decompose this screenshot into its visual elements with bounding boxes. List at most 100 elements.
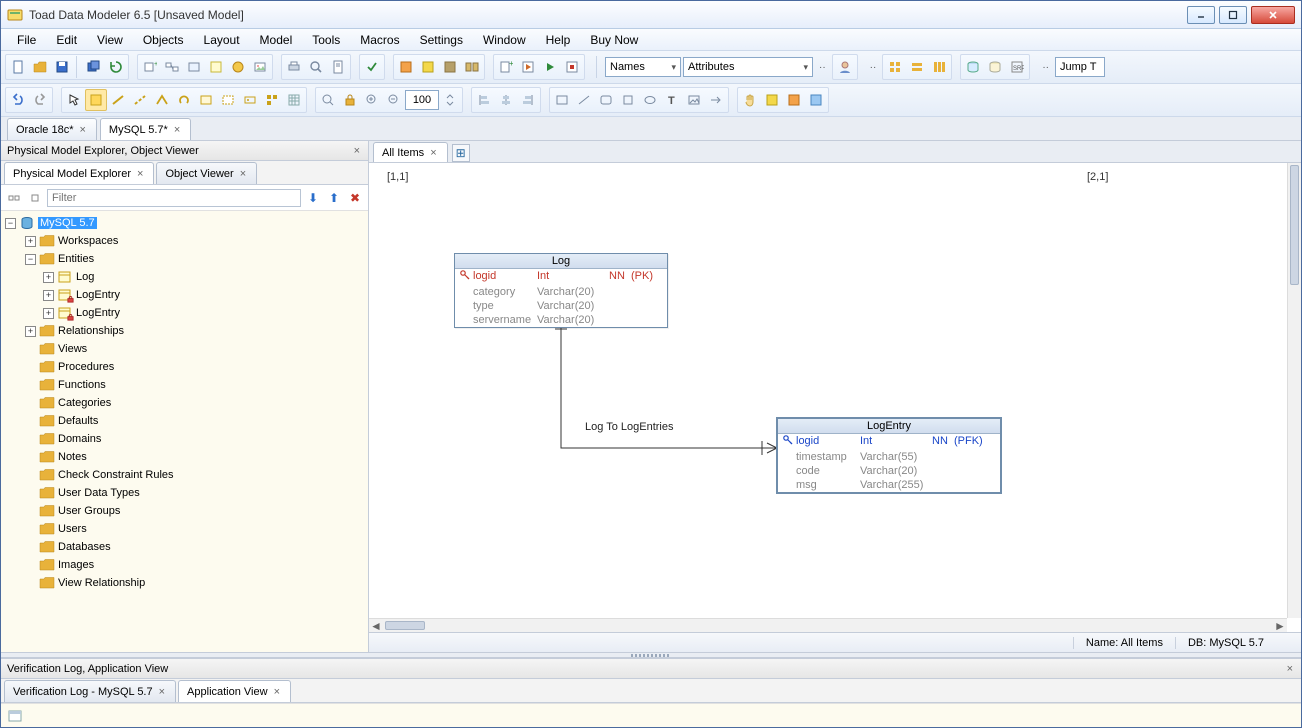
zoom-fit-icon[interactable] [317, 89, 339, 111]
tree-node[interactable]: User Groups [1, 502, 368, 520]
menu-objects[interactable]: Objects [133, 31, 194, 49]
shape-square-icon[interactable] [617, 89, 639, 111]
entity-log[interactable]: Log logid Int NN (PK) category Varchar(2… [454, 253, 668, 328]
twister-icon[interactable] [25, 578, 36, 589]
twister-icon[interactable] [25, 542, 36, 553]
gen-compare-icon[interactable] [461, 56, 483, 78]
shape-text-icon[interactable]: T [661, 89, 683, 111]
tree-node[interactable]: − Entities [1, 250, 368, 268]
entity-column[interactable]: type Varchar(20) [455, 299, 667, 313]
tree-expand-icon[interactable] [5, 189, 23, 207]
arrow-down-icon[interactable]: ⬇ [304, 189, 322, 207]
new-icon[interactable] [7, 56, 29, 78]
display-attrs-dropdown[interactable]: Attributes [683, 57, 813, 77]
report-icon[interactable] [327, 56, 349, 78]
layout-3-icon[interactable] [928, 56, 950, 78]
zoom-in-icon[interactable] [361, 89, 383, 111]
twister-icon[interactable] [25, 524, 36, 535]
db-connect-icon[interactable] [962, 56, 984, 78]
twister-icon[interactable] [25, 488, 36, 499]
shape-ellipse-icon[interactable] [639, 89, 661, 111]
tree-node[interactable]: View Relationship [1, 574, 368, 592]
twister-icon[interactable] [25, 470, 36, 481]
tree-node[interactable]: + LogEntry [1, 304, 368, 322]
rel-identifying-icon[interactable] [107, 89, 129, 111]
scroll-left-icon[interactable]: ◄ [369, 619, 383, 633]
menu-edit[interactable]: Edit [46, 31, 87, 49]
tree-node[interactable]: Views [1, 340, 368, 358]
close-icon[interactable]: × [77, 124, 87, 136]
layout-1-icon[interactable] [884, 56, 906, 78]
align-right-icon[interactable] [517, 89, 539, 111]
tree-root[interactable]: − MySQL 5.7 [1, 214, 368, 232]
view-tool-icon[interactable] [195, 89, 217, 111]
relationship-label[interactable]: Log To LogEntries [585, 421, 673, 433]
tab-application-view[interactable]: Application View× [178, 680, 291, 702]
menu-buynow[interactable]: Buy Now [580, 31, 648, 49]
entity-column[interactable]: timestamp Varchar(55) [778, 450, 1000, 464]
category-tool-icon[interactable] [261, 89, 283, 111]
rel-self-icon[interactable] [173, 89, 195, 111]
verify-icon[interactable] [361, 56, 383, 78]
clear-filter-icon[interactable]: ✖ [346, 189, 364, 207]
tree-node[interactable]: + Workspaces [1, 232, 368, 250]
tree-node[interactable]: Functions [1, 376, 368, 394]
gen-report-icon[interactable] [439, 56, 461, 78]
tree-node[interactable]: Check Constraint Rules [1, 466, 368, 484]
maximize-button[interactable] [1219, 6, 1247, 24]
undo-icon[interactable] [7, 89, 29, 111]
tree-node[interactable]: Defaults [1, 412, 368, 430]
tree-node[interactable]: Notes [1, 448, 368, 466]
nav-1-icon[interactable] [761, 89, 783, 111]
toolbar-overflow-3[interactable]: ·· [1038, 62, 1053, 73]
redo-icon[interactable] [29, 89, 51, 111]
tree-node[interactable]: Procedures [1, 358, 368, 376]
zoom-value[interactable] [405, 90, 439, 110]
shape-image-icon[interactable] [683, 89, 705, 111]
tree-node[interactable]: + Log [1, 268, 368, 286]
gen-ddl-icon[interactable] [395, 56, 417, 78]
toolbar-overflow-2[interactable]: ·· [866, 62, 881, 73]
grid-tool-icon[interactable] [283, 89, 305, 111]
save-icon[interactable] [51, 56, 73, 78]
menu-help[interactable]: Help [536, 31, 581, 49]
twister-icon[interactable]: + [25, 236, 36, 247]
shape-roundrect-icon[interactable] [595, 89, 617, 111]
scroll-right-icon[interactable]: ► [1273, 619, 1287, 633]
close-icon[interactable]: × [135, 168, 145, 180]
add-relation-icon[interactable] [161, 56, 183, 78]
tab-verification-log[interactable]: Verification Log - MySQL 5.7× [4, 680, 176, 702]
rel-nonident-icon[interactable] [129, 89, 151, 111]
entity-column[interactable]: logid Int NN (PFK) [778, 434, 1000, 450]
tree-collapse-icon[interactable] [26, 189, 44, 207]
shape-line-icon[interactable] [573, 89, 595, 111]
twister-icon[interactable] [25, 398, 36, 409]
add-image-icon[interactable] [249, 56, 271, 78]
shape-arrow-icon[interactable] [705, 89, 727, 111]
print-icon[interactable] [283, 56, 305, 78]
hand-icon[interactable] [739, 89, 761, 111]
twister-icon[interactable] [25, 362, 36, 373]
menu-view[interactable]: View [87, 31, 133, 49]
close-icon[interactable]: × [272, 686, 282, 698]
twister-icon[interactable] [25, 506, 36, 517]
db-re-icon[interactable]: SRP [1006, 56, 1028, 78]
print-preview-icon[interactable] [305, 56, 327, 78]
twister-icon[interactable] [25, 434, 36, 445]
add-view-icon[interactable] [183, 56, 205, 78]
minimize-button[interactable] [1187, 6, 1215, 24]
twister-icon[interactable]: − [5, 218, 16, 229]
display-names-dropdown[interactable]: Names [605, 57, 681, 77]
entity-column[interactable]: msg Varchar(255) [778, 478, 1000, 492]
twister-icon[interactable] [25, 416, 36, 427]
titlebar[interactable]: Toad Data Modeler 6.5 [Unsaved Model] [1, 1, 1301, 29]
twister-icon[interactable] [25, 452, 36, 463]
entity-column[interactable]: servername Varchar(20) [455, 313, 667, 327]
nav-2-icon[interactable] [783, 89, 805, 111]
scrollbar-thumb[interactable] [385, 621, 425, 630]
toolbar-overflow-1[interactable]: ·· [815, 62, 830, 73]
twister-icon[interactable]: + [25, 326, 36, 337]
gen-script-icon[interactable] [417, 56, 439, 78]
entity-column[interactable]: code Varchar(20) [778, 464, 1000, 478]
close-button[interactable] [1251, 6, 1295, 24]
